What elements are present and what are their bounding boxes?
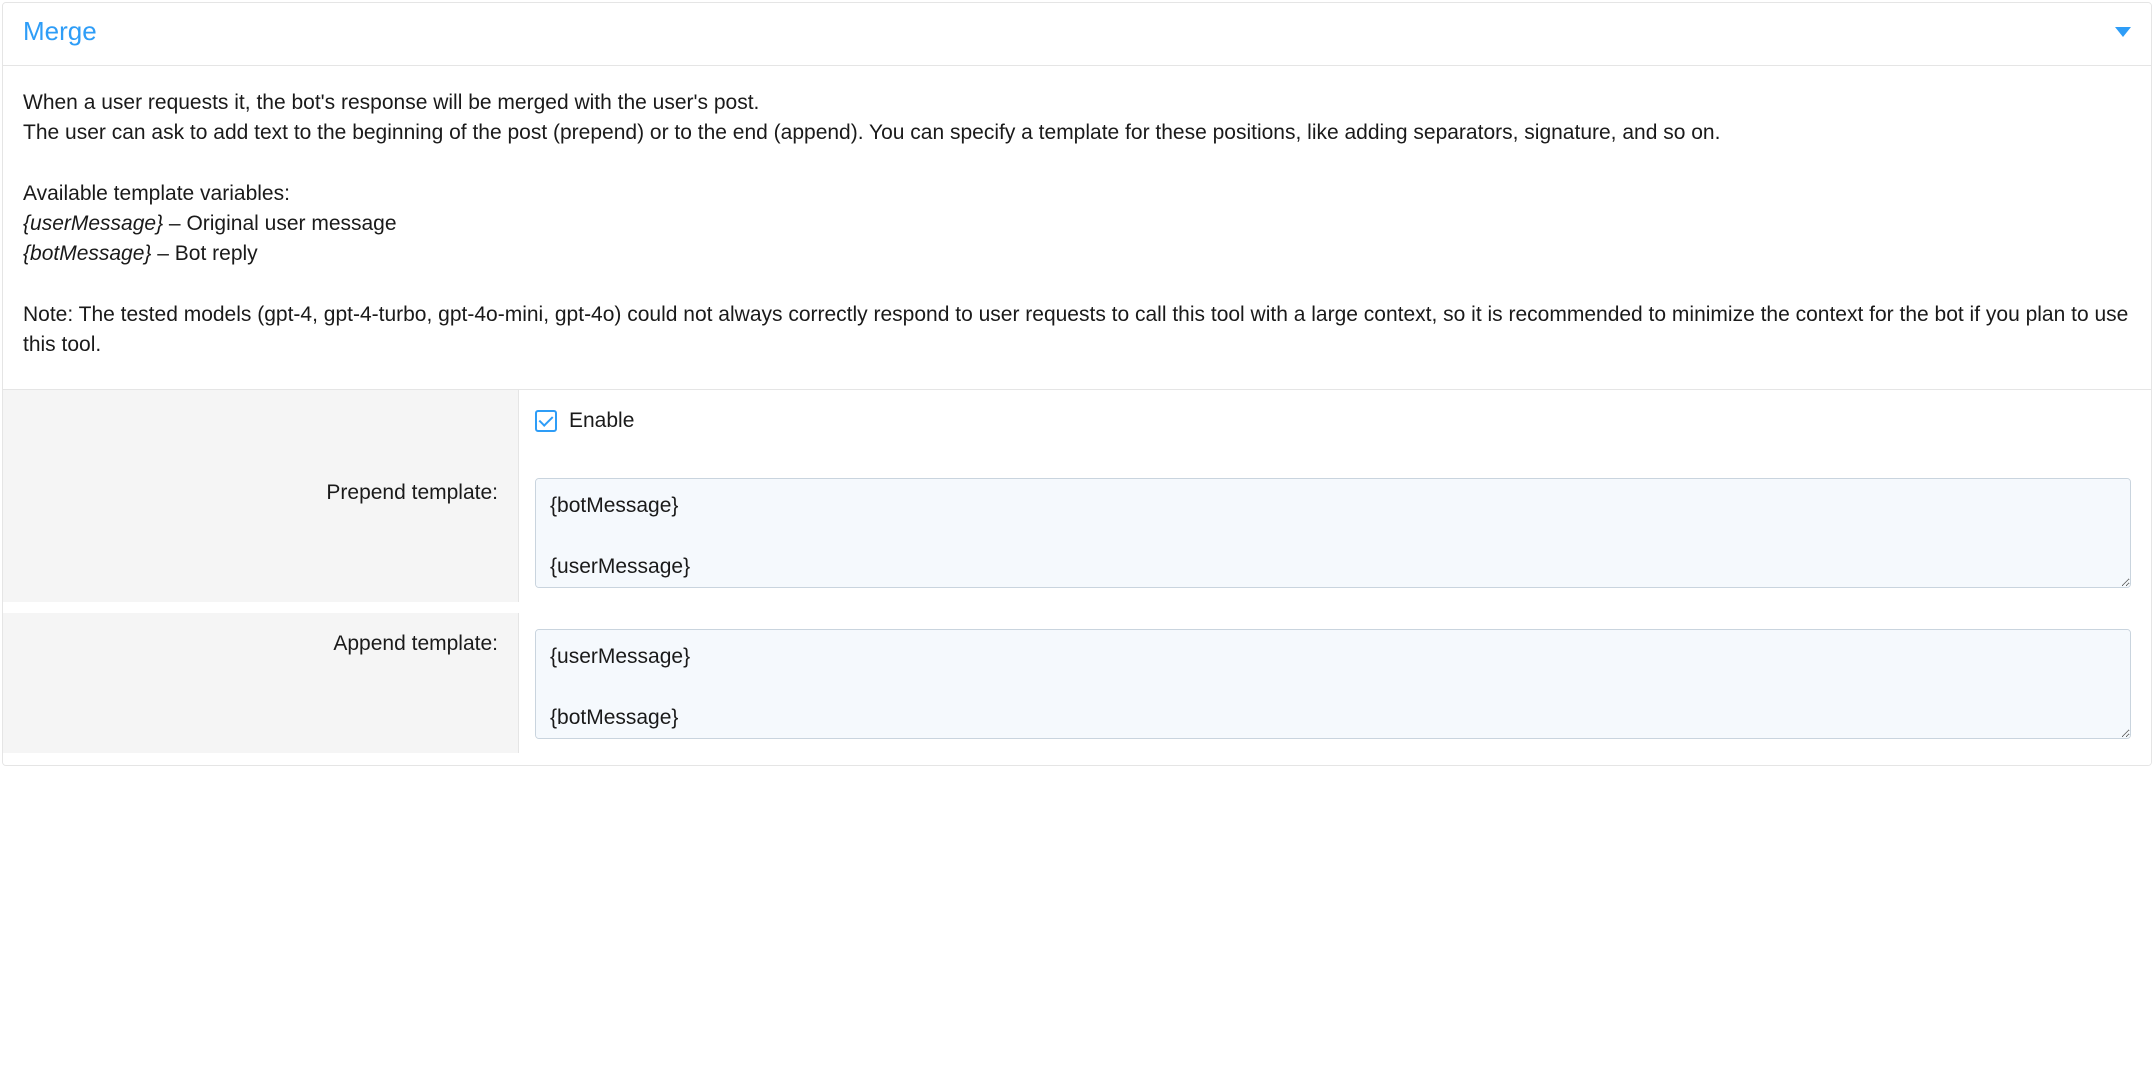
enable-label-cell <box>3 390 519 462</box>
prepend-template-input[interactable] <box>535 478 2131 588</box>
form-area: Enable Prepend template: Append template… <box>3 390 2151 765</box>
caret-down-icon <box>2115 27 2131 37</box>
description-line: When a user requests it, the bot's respo… <box>23 88 2131 118</box>
append-label: Append template: <box>3 613 519 753</box>
enable-row: Enable <box>3 390 2151 462</box>
description-line: The user can ask to add text to the begi… <box>23 118 2131 148</box>
note-line: Note: The tested models (gpt-4, gpt-4-tu… <box>23 300 2131 361</box>
append-input-cell <box>519 613 2151 764</box>
var-line: {userMessage} – Original user message <box>23 209 2131 239</box>
var-desc: – Bot reply <box>151 242 257 265</box>
var-line: {botMessage} – Bot reply <box>23 239 2131 269</box>
panel-description: When a user requests it, the bot's respo… <box>3 66 2151 390</box>
var-desc: – Original user message <box>163 212 396 235</box>
prepend-label: Prepend template: <box>3 462 519 602</box>
append-template-input[interactable] <box>535 629 2131 739</box>
merge-panel: Merge When a user requests it, the bot's… <box>2 2 2152 766</box>
panel-header[interactable]: Merge <box>3 3 2151 66</box>
prepend-input-cell <box>519 462 2151 613</box>
prepend-row: Prepend template: <box>3 462 2151 613</box>
panel-title: Merge <box>23 13 97 51</box>
enable-input-cell: Enable <box>519 390 2151 452</box>
enable-checkbox[interactable] <box>535 410 557 432</box>
append-row: Append template: <box>3 613 2151 764</box>
enable-checkbox-row: Enable <box>535 406 2131 436</box>
var-name: {userMessage} <box>23 212 163 235</box>
var-name: {botMessage} <box>23 242 151 265</box>
vars-heading: Available template variables: <box>23 179 2131 209</box>
enable-label: Enable <box>569 406 634 436</box>
